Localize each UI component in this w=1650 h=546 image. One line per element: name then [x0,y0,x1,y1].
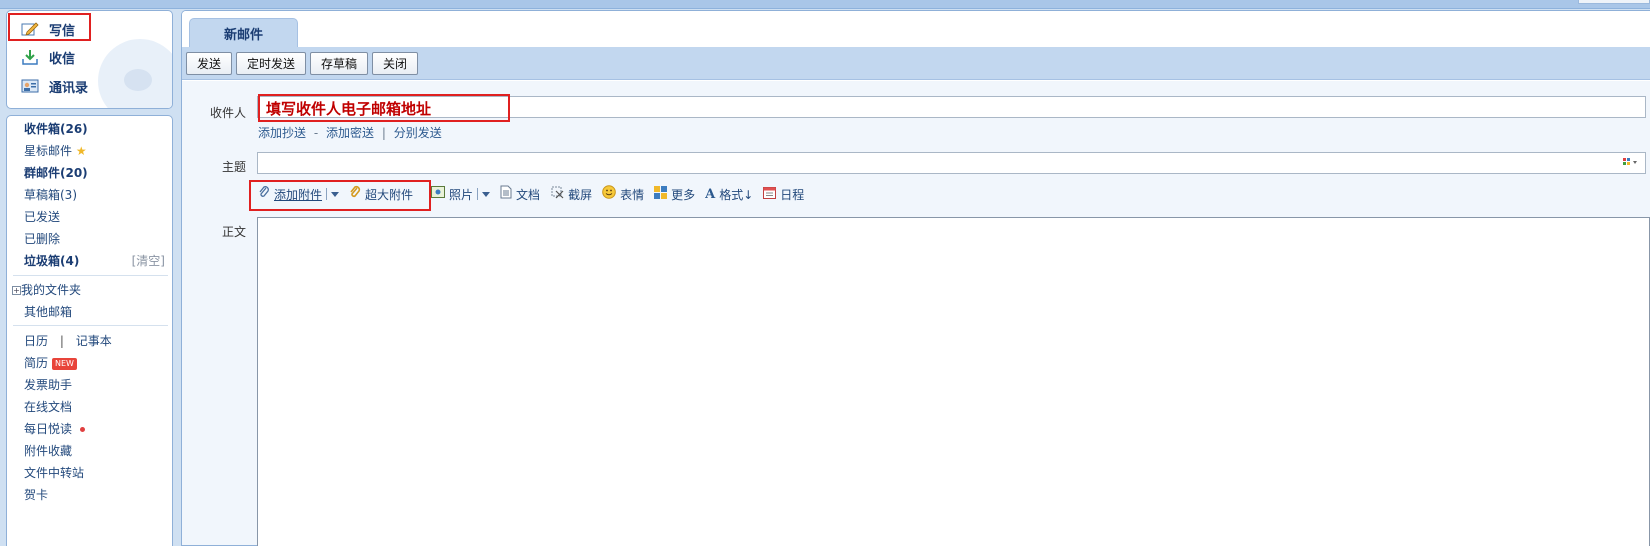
color-grid-icon[interactable] [1623,157,1639,167]
inbox-quick-label: 收信 [49,51,76,67]
tab-new-mail[interactable]: 新邮件 [189,18,298,47]
my-folders-label: 我的文件夹 [21,283,82,297]
spam-clear-link[interactable]: [清空] [132,252,165,269]
separator: | [59,334,64,348]
recipient-label: 收件人 [210,106,247,120]
dash-separator: - [313,126,319,140]
more-button[interactable]: 更多 [654,185,696,203]
new-badge: NEW [52,357,77,370]
document-label: 文档 [516,187,541,202]
plus-box-icon[interactable]: + [12,286,21,295]
split-divider [477,188,479,200]
my-folders[interactable]: +我的文件夹 [12,281,81,298]
separate-send-link[interactable]: 分别发送 [394,126,442,140]
body-label: 正文 [222,225,247,239]
format-button[interactable]: A 格式↓ [705,186,753,203]
top-bar [0,0,1650,9]
pipe-separator: | [381,126,386,140]
screenshot-label: 截屏 [568,187,593,202]
close-button[interactable]: 关闭 [372,52,418,75]
schedule-label: 日程 [780,187,805,202]
contacts-link[interactable]: 通讯录 [21,74,88,98]
mascot-decoration-detail [124,69,152,91]
folder-inbox[interactable]: 收件箱(26) [24,120,88,137]
image-icon [431,186,446,202]
file-transfer-link[interactable]: 文件中转站 [24,464,84,481]
add-cc-link[interactable]: 添加抄送 [258,126,306,140]
scissors-icon [550,185,564,203]
screenshot-button[interactable]: 截屏 [550,185,592,203]
folder-deleted[interactable]: 已删除 [24,230,60,247]
recipient-options: 添加抄送 - 添加密送 | 分别发送 [258,124,442,141]
tab-strip: 新邮件 [182,11,1650,47]
photo-label: 照片 [449,187,474,202]
recipient-hint: 填写收件人电子邮箱地址 [266,100,432,118]
more-label: 更多 [671,187,696,202]
divider [13,275,168,276]
document-icon [500,185,512,203]
notes-link[interactable]: 记事本 [76,334,112,348]
star-icon: ★ [75,144,87,158]
compose-toolbar: 发送 定时发送 存草稿 关闭 [182,47,1650,80]
download-tray-icon [21,49,39,65]
chevron-down-icon[interactable] [482,191,491,197]
folder-starred-label: 星标邮件 [24,144,73,158]
folder-starred[interactable]: 星标邮件 ★ [24,142,87,159]
resume-label: 简历 [24,356,49,370]
folder-drafts[interactable]: 草稿箱(3) [24,186,77,203]
body-editor[interactable] [257,217,1650,546]
subject-input[interactable] [257,152,1646,174]
grid-icon [654,185,668,203]
calendar-notes-row: 日历 | 记事本 [24,332,112,349]
folder-group-mail[interactable]: 群邮件(20) [24,164,88,181]
subject-label: 主题 [222,160,247,174]
other-mailboxes[interactable]: 其他邮箱 [24,303,72,320]
photo-button[interactable]: 照片 [431,186,491,203]
save-draft-button[interactable]: 存草稿 [310,52,368,75]
attachment-highlight-box [249,180,431,211]
inbox-quick-link[interactable]: 收信 [21,45,75,69]
attachment-favorites-link[interactable]: 附件收藏 [24,442,72,459]
calendar-link[interactable]: 日历 [24,334,48,348]
send-button[interactable]: 发送 [186,52,232,75]
folder-sent[interactable]: 已发送 [24,208,60,225]
emoji-button[interactable]: 表情 [602,185,644,203]
online-docs-link[interactable]: 在线文档 [24,398,72,415]
folder-spam[interactable]: 垃圾箱(4) [24,252,79,269]
divider [13,325,168,326]
invoice-helper-link[interactable]: 发票助手 [24,376,72,393]
daily-reading-label: 每日悦读 [24,422,73,436]
document-button[interactable]: 文档 [500,185,540,203]
add-bcc-link[interactable]: 添加密送 [326,126,374,140]
contacts-label: 通讯录 [49,80,89,96]
smiley-icon [602,185,616,203]
resume-link[interactable]: 简历 NEW [24,354,77,371]
scheduled-send-button[interactable]: 定时发送 [236,52,306,75]
address-card-icon [21,78,39,94]
calendar-icon [763,186,777,203]
unread-dot [80,427,86,432]
daily-reading-link[interactable]: 每日悦读 [24,420,86,437]
compose-highlight-box [8,13,91,41]
top-bar-tab[interactable] [1578,0,1650,4]
emoji-label: 表情 [620,187,645,202]
schedule-button[interactable]: 日程 [763,186,804,203]
folder-panel: 收件箱(26) 星标邮件 ★ 群邮件(20) 草稿箱(3) 已发送 已删除 垃圾… [6,115,173,546]
greeting-cards-link[interactable]: 贺卡 [24,486,48,503]
font-a-icon: A [705,186,716,202]
format-label: 格式↓ [719,187,754,202]
